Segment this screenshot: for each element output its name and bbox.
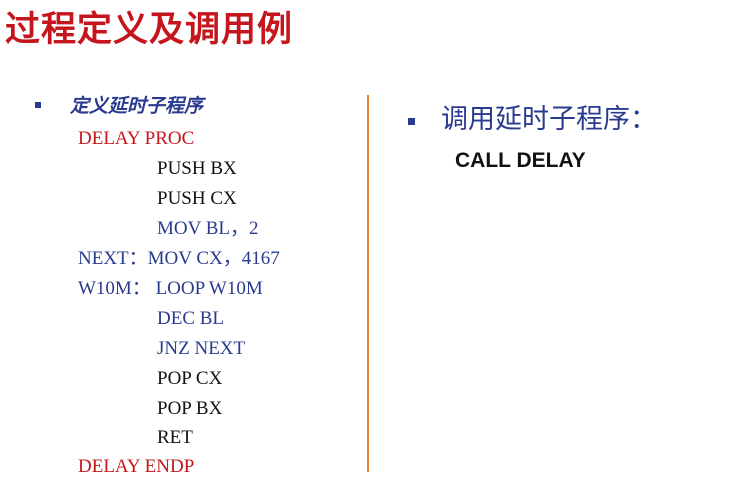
code-line-mov-bl: MOV BL，2 bbox=[157, 218, 259, 239]
code-line-dec-bl: DEC BL bbox=[157, 308, 225, 329]
code-line-push-bx: PUSH BX bbox=[157, 158, 237, 179]
left-heading: 定义延时子程序 bbox=[70, 95, 204, 117]
code-line-proc: DELAY PROC bbox=[78, 128, 195, 149]
right-heading: 调用延时子程序： bbox=[441, 104, 657, 135]
code-line-jnz: JNZ NEXT bbox=[157, 338, 246, 359]
code-line-pop-bx: POP BX bbox=[157, 398, 223, 419]
code-line-next: NEXT：MOV CX，4167 bbox=[78, 248, 280, 269]
page-title: 过程定义及调用例 bbox=[5, 10, 294, 50]
call-instruction: CALL DELAY bbox=[455, 149, 586, 172]
code-line-w10m: W10M： LOOP W10M bbox=[78, 278, 263, 299]
code-line-endp: DELAY ENDP bbox=[78, 456, 195, 477]
code-line-pop-cx: POP CX bbox=[157, 368, 223, 389]
code-line-push-cx: PUSH CX bbox=[157, 188, 237, 209]
code-line-ret: RET bbox=[157, 427, 193, 448]
right-bullet-icon bbox=[408, 118, 415, 125]
column-divider bbox=[367, 95, 369, 472]
left-bullet-icon bbox=[35, 102, 41, 108]
